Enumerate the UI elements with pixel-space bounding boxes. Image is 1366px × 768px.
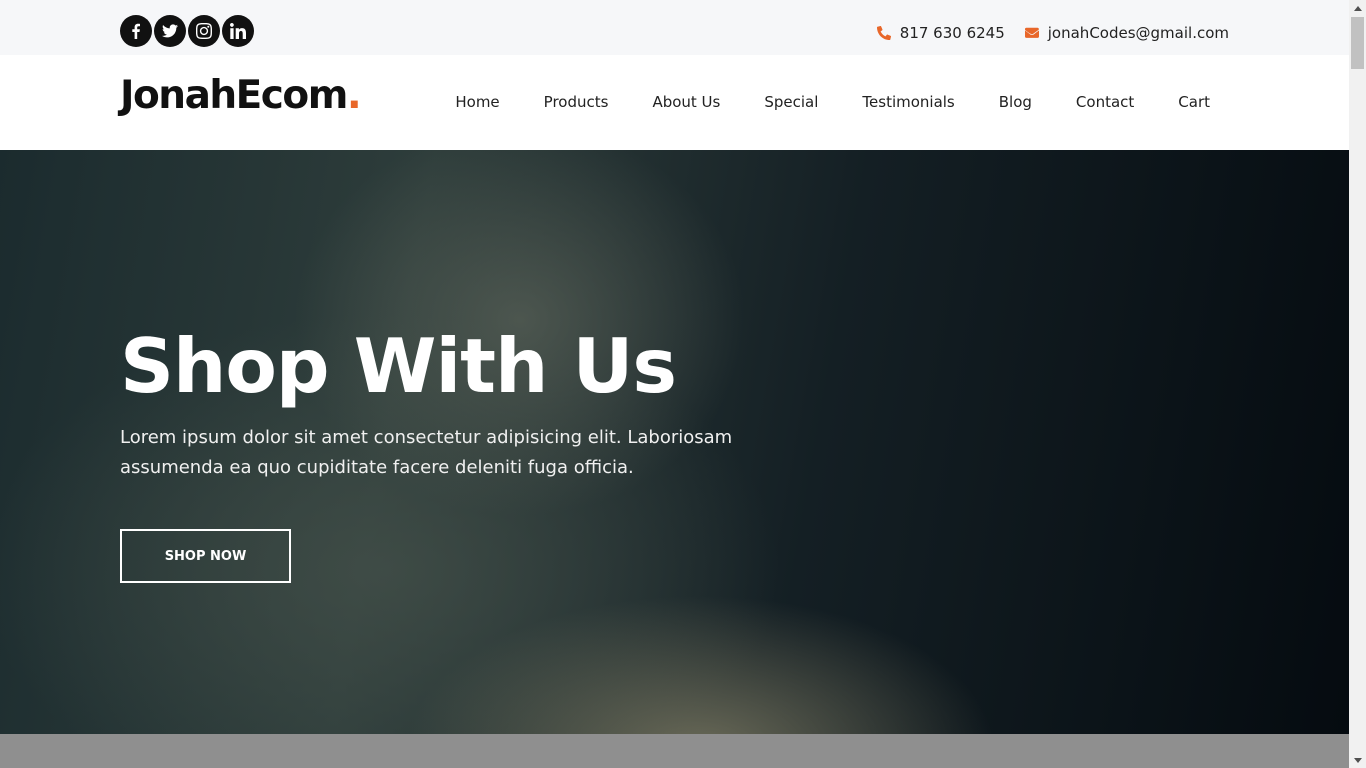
instagram-link[interactable]: [188, 15, 220, 47]
phone-contact[interactable]: 817 630 6245: [876, 24, 1005, 42]
next-section-edge: [0, 734, 1349, 768]
scrollbar-thumb[interactable]: [1351, 17, 1364, 69]
nav-cart[interactable]: Cart: [1178, 93, 1210, 111]
nav-blog[interactable]: Blog: [999, 93, 1032, 111]
phone-number: 817 630 6245: [899, 24, 1005, 42]
hero-banner: Shop With Us Lorem ipsum dolor sit amet …: [0, 150, 1349, 734]
contact-info: 817 630 6245 jonahCodes@gmail.com: [876, 24, 1229, 42]
arrow-down-icon: [1353, 757, 1362, 763]
twitter-link[interactable]: [154, 15, 186, 47]
scroll-down-button[interactable]: [1349, 751, 1366, 768]
site-logo[interactable]: JonahEcom.: [120, 73, 362, 118]
scroll-up-button[interactable]: [1349, 0, 1366, 17]
logo-text: JonahEcom: [120, 73, 348, 118]
phone-icon: [876, 26, 891, 40]
linkedin-icon: [230, 23, 246, 39]
email-address: jonahCodes@gmail.com: [1047, 24, 1229, 42]
nav-about-us[interactable]: About Us: [652, 93, 720, 111]
nav-testimonials[interactable]: Testimonials: [862, 93, 954, 111]
nav-special[interactable]: Special: [764, 93, 818, 111]
facebook-link[interactable]: [120, 15, 152, 47]
envelope-icon: [1024, 27, 1039, 38]
site-header: JonahEcom. Home Products About Us Specia…: [0, 55, 1349, 150]
instagram-icon: [196, 23, 212, 39]
social-links: [120, 15, 254, 47]
top-bar: 817 630 6245 jonahCodes@gmail.com: [0, 0, 1349, 55]
hero-subtitle: Lorem ipsum dolor sit amet consectetur a…: [120, 427, 733, 478]
email-contact[interactable]: jonahCodes@gmail.com: [1024, 24, 1229, 42]
page-scrollbar[interactable]: [1349, 0, 1366, 768]
main-nav: Home Products About Us Special Testimoni…: [411, 93, 1210, 111]
nav-home[interactable]: Home: [455, 93, 499, 111]
linkedin-link[interactable]: [222, 15, 254, 47]
twitter-icon: [162, 24, 178, 38]
shop-now-button[interactable]: SHOP NOW: [120, 529, 291, 583]
hero-title: Shop With Us: [120, 322, 677, 410]
logo-dot: .: [346, 73, 362, 118]
facebook-icon: [132, 23, 140, 39]
arrow-up-icon: [1353, 5, 1362, 11]
nav-products[interactable]: Products: [544, 93, 609, 111]
nav-contact[interactable]: Contact: [1076, 93, 1134, 111]
